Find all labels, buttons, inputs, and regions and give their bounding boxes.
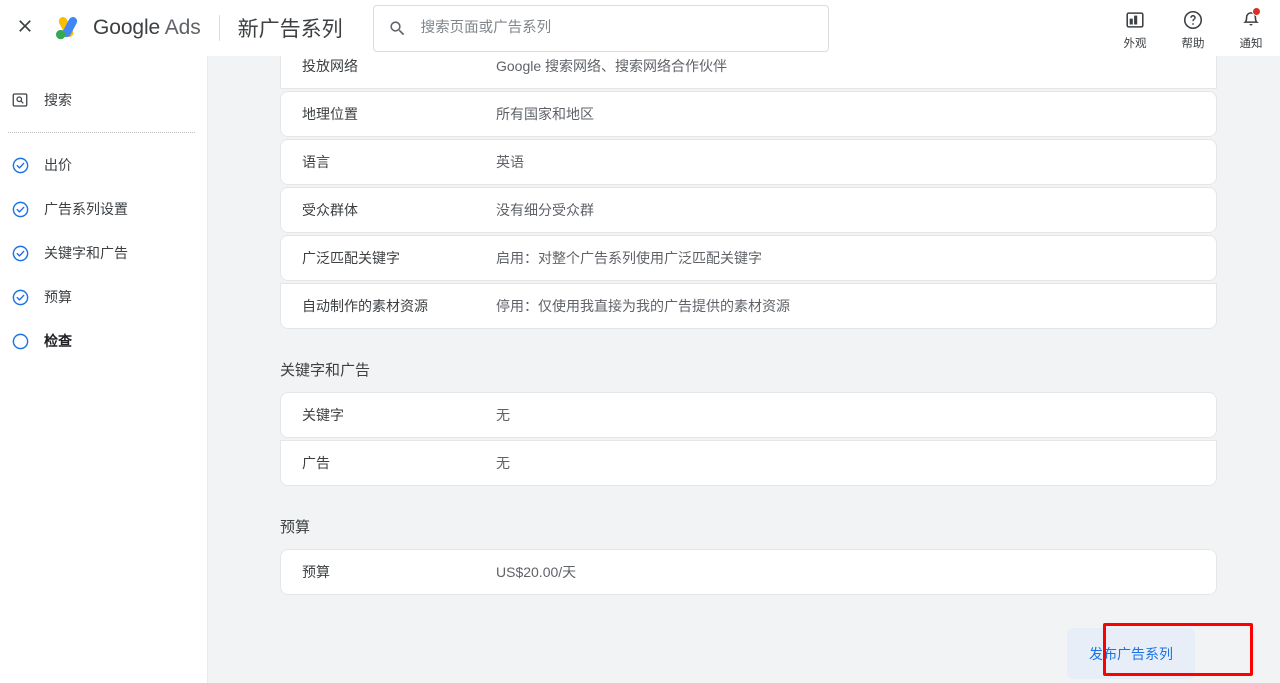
search-input[interactable] — [418, 5, 814, 51]
close-button[interactable] — [3, 6, 47, 50]
help-label: 帮助 — [1181, 38, 1205, 50]
row-label: 广告 — [302, 455, 330, 471]
sidebar-item-label: 广告系列设置 — [44, 201, 128, 217]
campaign-settings-card-group: 投放网络 Google 搜索网络、搜索网络合作伙伴 地理位置 所有国家和地区 语… — [280, 56, 1217, 329]
search-box[interactable] — [372, 4, 829, 52]
help-icon — [1182, 8, 1204, 32]
row-value: 停用：仅使用我直接为我的广告提供的素材资源 — [496, 298, 790, 314]
row-value: 没有细分受众群 — [496, 202, 594, 218]
google-ads-logo-icon — [52, 13, 82, 43]
sidebar-item-review[interactable]: 检查 — [0, 323, 207, 359]
table-row[interactable]: 广告 无 — [280, 440, 1217, 486]
content-scroll-region[interactable]: 投放网络 Google 搜索网络、搜索网络合作伙伴 地理位置 所有国家和地区 语… — [209, 56, 1280, 683]
sidebar-item-keywords-and-ads[interactable]: 关键字和广告 — [0, 235, 207, 271]
sidebar-item-label: 搜索 — [44, 92, 72, 108]
check-circle-icon — [10, 243, 30, 263]
row-label: 语言 — [302, 154, 330, 170]
bell-icon — [1240, 7, 1262, 32]
top-bar-actions: 外观 帮助 通知 — [1106, 0, 1280, 56]
sidebar-item-label: 出价 — [44, 157, 72, 173]
brand-logo-group[interactable]: Google Ads — [52, 13, 201, 43]
brand-text: Google Ads — [93, 16, 201, 40]
page-title: 新广告系列 — [237, 18, 343, 41]
row-label: 受众群体 — [302, 202, 358, 218]
section-heading-budget: 预算 — [280, 519, 311, 536]
table-row[interactable]: 受众群体 没有细分受众群 — [280, 187, 1217, 233]
sidebar-item-label: 关键字和广告 — [44, 245, 128, 261]
check-circle-icon — [10, 287, 30, 307]
table-row[interactable]: 自动制作的素材资源 停用：仅使用我直接为我的广告提供的素材资源 — [280, 283, 1217, 329]
row-value: 无 — [496, 407, 510, 423]
notifications-label: 通知 — [1239, 38, 1263, 50]
sidebar-item-label: 检查 — [44, 333, 72, 349]
table-row[interactable]: 语言 英语 — [280, 139, 1217, 185]
row-value: US$20.00/天 — [496, 564, 577, 580]
sidebar-item-bidding[interactable]: 出价 — [0, 147, 207, 183]
publish-footer: 发布广告系列 — [280, 619, 1217, 679]
sidebar: 搜索 出价 广告系列设置 关键字和广告 预算 检查 — [0, 56, 208, 683]
appearance-icon — [1124, 8, 1146, 32]
row-label: 自动制作的素材资源 — [302, 298, 428, 314]
search-box-icon — [10, 90, 30, 110]
table-row[interactable]: 预算 US$20.00/天 — [280, 549, 1217, 595]
sidebar-item-label: 预算 — [44, 289, 72, 305]
header-divider — [218, 15, 220, 41]
row-value: 英语 — [496, 154, 524, 170]
check-circle-icon — [10, 155, 30, 175]
budget-card-group: 预算 预算 US$20.00/天 — [280, 516, 1217, 595]
top-bar: Google Ads 新广告系列 外观 — [0, 0, 1280, 56]
row-value: 无 — [496, 455, 510, 471]
notifications-button[interactable]: 通知 — [1222, 5, 1280, 51]
table-row[interactable]: 地理位置 所有国家和地区 — [280, 91, 1217, 137]
sidebar-item-budget[interactable]: 预算 — [0, 279, 207, 315]
table-row[interactable]: 关键字 无 — [280, 392, 1217, 438]
sidebar-item-campaign-settings[interactable]: 广告系列设置 — [0, 191, 207, 227]
sidebar-divider — [8, 132, 195, 133]
row-label: 广泛匹配关键字 — [302, 250, 400, 266]
row-label: 地理位置 — [302, 106, 358, 122]
row-label: 关键字 — [302, 407, 344, 423]
close-icon — [15, 16, 35, 41]
publish-campaign-button[interactable]: 发布广告系列 — [1067, 628, 1195, 679]
row-value: 启用：对整个广告系列使用广泛匹配关键字 — [496, 250, 762, 266]
table-row[interactable]: 投放网络 Google 搜索网络、搜索网络合作伙伴 — [280, 56, 1217, 89]
brand-ads-label: Ads — [164, 16, 201, 39]
row-label: 预算 — [302, 564, 330, 580]
main-content: 投放网络 Google 搜索网络、搜索网络合作伙伴 地理位置 所有国家和地区 语… — [209, 56, 1280, 683]
appearance-label: 外观 — [1123, 38, 1147, 50]
help-button[interactable]: 帮助 — [1164, 5, 1222, 51]
section-heading-keywords: 关键字和广告 — [280, 362, 371, 379]
appearance-button[interactable]: 外观 — [1106, 5, 1164, 51]
brand-google-label: Google — [93, 16, 161, 39]
empty-circle-icon — [10, 331, 30, 351]
notification-badge — [1252, 7, 1261, 16]
keywords-and-ads-card-group: 关键字和广告 关键字 无 广告 无 — [280, 359, 1217, 486]
row-label: 投放网络 — [302, 57, 358, 74]
sidebar-item-search[interactable]: 搜索 — [0, 82, 207, 118]
search-icon — [388, 19, 407, 38]
row-value: Google 搜索网络、搜索网络合作伙伴 — [496, 57, 728, 74]
check-circle-icon — [10, 199, 30, 219]
row-value: 所有国家和地区 — [496, 106, 594, 122]
table-row[interactable]: 广泛匹配关键字 启用：对整个广告系列使用广泛匹配关键字 — [280, 235, 1217, 281]
